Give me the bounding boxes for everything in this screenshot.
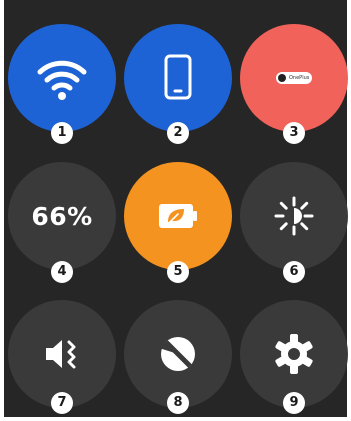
earbuds-connect-icon: OnePlus — [276, 72, 312, 84]
tile-number-badge: 1 — [51, 122, 73, 144]
tile-number-badge: 9 — [283, 392, 305, 414]
phone-icon — [164, 54, 192, 100]
battery-saver-icon — [159, 204, 197, 228]
earbuds-brand-label: OnePlus — [289, 75, 310, 81]
settings-gear-icon — [275, 334, 313, 374]
tile-number-badge: 3 — [283, 122, 305, 144]
battery-percentage-label: 66% — [31, 201, 93, 231]
tile-number-badge: 8 — [167, 392, 189, 414]
brightness-icon — [274, 196, 314, 236]
tile-number-badge: 2 — [167, 122, 189, 144]
tile-number-badge: 7 — [51, 392, 73, 414]
tile-number-badge: 4 — [51, 261, 73, 283]
battery-saver-toggle[interactable] — [124, 162, 232, 270]
do-not-disturb-icon — [159, 337, 195, 371]
earbuds-dot — [278, 74, 286, 82]
tile-number-badge: 5 — [167, 261, 189, 283]
vibrate-mute-icon — [46, 340, 76, 369]
wifi-toggle[interactable] — [8, 24, 116, 132]
wifi-icon — [37, 60, 87, 100]
phone-toggle[interactable] — [124, 24, 232, 132]
earbuds-toggle[interactable]: OnePlus — [240, 24, 348, 132]
tile-number-badge: 6 — [283, 261, 305, 283]
brightness-toggle[interactable] — [240, 162, 348, 270]
battery-percentage-tile[interactable]: 66% — [8, 162, 116, 270]
